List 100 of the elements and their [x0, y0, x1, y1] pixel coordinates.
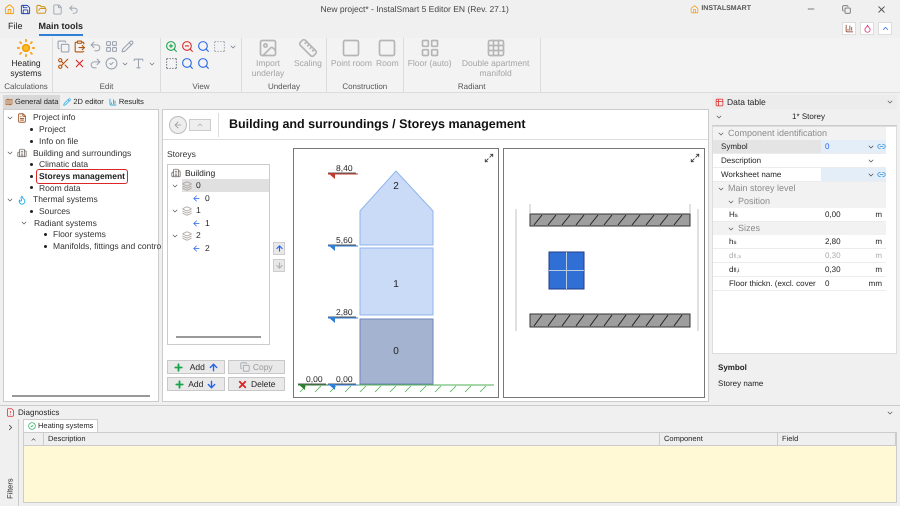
unit-label: m: [874, 208, 883, 220]
check-icon: [28, 422, 36, 430]
section-header: Component identification: [728, 126, 828, 140]
building-icon: [171, 168, 181, 178]
pencil-icon: [63, 98, 72, 106]
ribbon-group-label: Radiant: [458, 81, 486, 92]
arrow-left-icon: [173, 120, 183, 130]
bullet-icon: [30, 210, 33, 213]
caret-icon[interactable]: [715, 113, 723, 121]
component-title: 1* Storey: [791, 111, 826, 123]
section-header: Main storey level: [728, 182, 796, 195]
help-title: Symbol: [718, 362, 748, 374]
image-icon: [258, 38, 278, 58]
storey-list-item[interactable]: Building: [185, 166, 216, 180]
panel-title: Data table: [727, 96, 766, 108]
tree-item[interactable]: Storeys management: [36, 168, 128, 184]
ribbon-group-label: Calculations: [4, 81, 48, 92]
section-header: Position: [738, 194, 770, 208]
pencil-icon[interactable]: [121, 40, 134, 53]
plus-icon: [174, 378, 186, 390]
search-icon[interactable]: [197, 40, 210, 53]
section-header: Sizes: [738, 222, 760, 235]
storey-action-button[interactable]: Add: [167, 360, 224, 374]
expand-icon: [484, 153, 494, 163]
save-icon[interactable]: [20, 4, 31, 14]
level-list-item[interactable]: 2: [205, 242, 210, 254]
ruler-icon: [298, 38, 318, 58]
storey-action-button[interactable]: Delete: [228, 377, 285, 391]
paste-icon[interactable]: [73, 40, 86, 53]
storey-list-item[interactable]: 2: [182, 229, 269, 242]
level-list-item[interactable]: 0: [205, 192, 210, 204]
storey-list-item[interactable]: 1: [182, 204, 269, 217]
arrow-left-icon: [192, 244, 201, 252]
grid-icon: [420, 38, 440, 58]
search-icon[interactable]: [181, 57, 194, 70]
page-title: Building and surroundings / Storeys management: [228, 116, 526, 134]
bullet-icon: [44, 233, 47, 236]
search-icon[interactable]: [197, 57, 210, 70]
undo-icon[interactable]: [68, 4, 79, 14]
ribbon-group-label: View: [192, 81, 210, 92]
arrow-left-icon: [192, 218, 201, 228]
move-up-button[interactable]: [273, 242, 285, 255]
chart-icon: [108, 98, 117, 106]
level-label: 0,00: [306, 374, 323, 384]
ribbon-group-label: Construction: [342, 81, 388, 92]
storey-label: 1: [393, 279, 399, 290]
zoom-out-icon[interactable]: [181, 40, 194, 53]
expand-chevron-icon[interactable]: [6, 423, 15, 432]
scissors-icon[interactable]: [57, 57, 70, 70]
flame-icon: [17, 194, 27, 205]
collapse-ribbon-icon[interactable]: [878, 22, 892, 34]
check-icon[interactable]: [105, 57, 118, 70]
arrow-left-icon: [192, 194, 201, 202]
help-text: Storey name: [718, 378, 764, 390]
bullet-icon: [30, 163, 33, 166]
document-icon: [17, 112, 27, 123]
expand-icon: [690, 153, 700, 163]
storey-action-button[interactable]: Add: [167, 377, 224, 391]
folder-icon[interactable]: [36, 4, 47, 14]
square-icon: [377, 38, 398, 58]
back-button[interactable]: [169, 116, 187, 134]
menu-tab[interactable]: File: [8, 20, 23, 36]
grid-icon: [486, 38, 506, 58]
ribbon-group-label: Underlay: [268, 81, 300, 92]
undo-icon[interactable]: [89, 40, 102, 53]
level-list-item[interactable]: 1: [205, 216, 210, 230]
bullet-icon: [30, 140, 33, 143]
copy-icon: [240, 362, 250, 372]
selection-icon[interactable]: [165, 57, 178, 70]
square-icon: [341, 38, 362, 58]
square-icon[interactable]: [213, 40, 226, 53]
sun-icon: [16, 38, 36, 58]
grid-icon[interactable]: [105, 40, 118, 53]
droplet-icon[interactable]: [860, 22, 874, 34]
storey-icon: [182, 180, 192, 190]
map-icon: [5, 98, 13, 106]
level-label: 8,40: [336, 163, 353, 173]
property-dropdown[interactable]: 0: [821, 140, 886, 153]
copy-icon[interactable]: [57, 40, 70, 53]
redo-icon[interactable]: [89, 57, 102, 70]
caret-icon[interactable]: [886, 98, 894, 106]
plus-icon: [172, 362, 184, 372]
unit-label: m: [874, 250, 883, 262]
bullet-icon: [30, 186, 33, 190]
arrow-up-icon: [208, 362, 219, 372]
window-title: New project* - InstalSmart 5 Editor EN (Rev. 27.1): [320, 2, 510, 16]
menu-tab[interactable]: Main tools: [38, 20, 84, 36]
storey-label: 2: [393, 181, 399, 192]
level-label: 5,60: [336, 235, 353, 245]
text-icon[interactable]: [132, 57, 145, 70]
bullet-icon: [30, 128, 33, 132]
storey-list-item[interactable]: 0: [182, 179, 269, 192]
ribbon-tool-button[interactable]: Heating systems: [4, 38, 48, 78]
zoom-in-icon[interactable]: [165, 40, 178, 53]
bullet-icon: [44, 244, 47, 248]
warning-document-icon: [6, 408, 15, 417]
property-label: Symbol: [713, 140, 821, 153]
storey-icon: [182, 206, 192, 216]
document-icon[interactable]: [52, 4, 63, 14]
cross-icon[interactable]: [73, 57, 86, 70]
